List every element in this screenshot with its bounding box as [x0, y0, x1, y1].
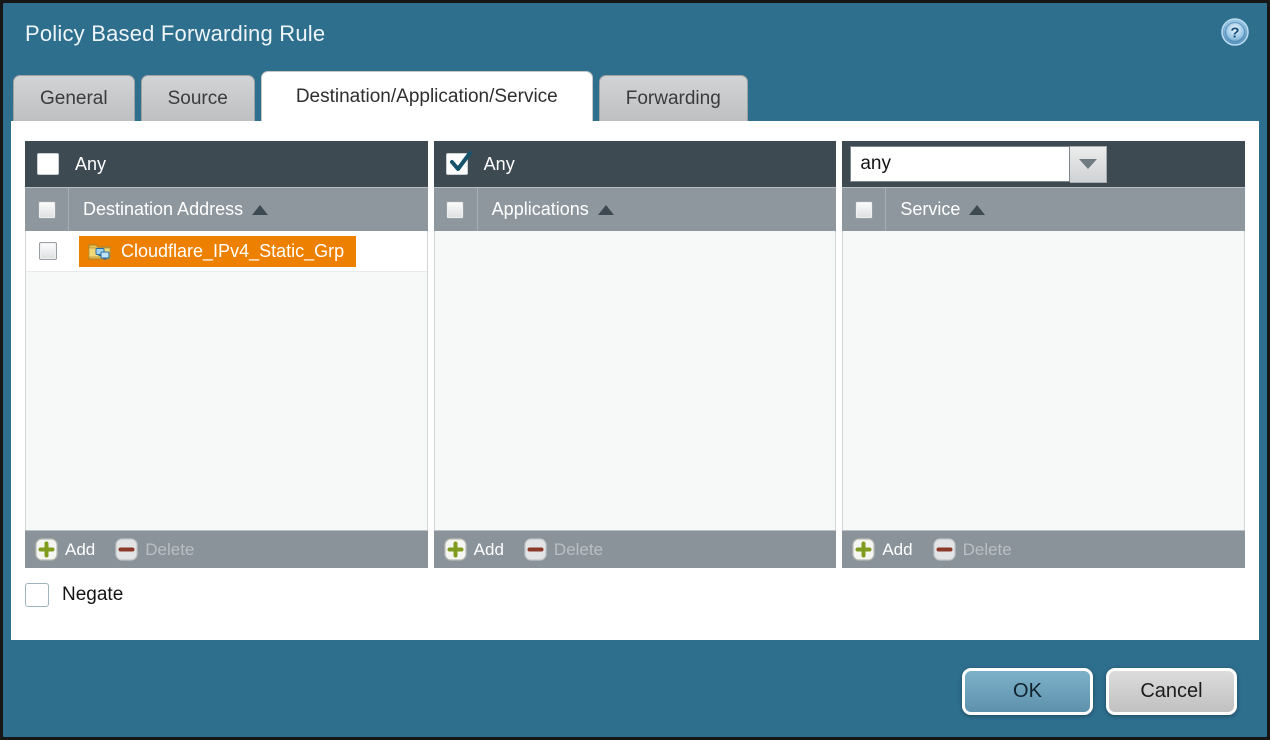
tab-destination-application-service[interactable]: Destination/Application/Service — [261, 71, 593, 121]
add-plus-icon — [444, 538, 467, 561]
tab-general[interactable]: General — [13, 75, 135, 121]
negate-row: Negate — [25, 583, 123, 607]
cancel-button[interactable]: Cancel — [1106, 668, 1237, 715]
delete-minus-icon — [524, 538, 547, 561]
service-select-all-checkbox[interactable] — [855, 201, 873, 219]
add-plus-icon — [852, 538, 875, 561]
negate-checkbox[interactable] — [25, 583, 49, 607]
applications-any-bar: Any — [434, 141, 837, 187]
destination-item-cloudflare-group[interactable]: Cloudflare_IPv4_Static_Grp — [79, 236, 356, 267]
dialog-actions: OK Cancel — [962, 668, 1237, 715]
destination-add-button[interactable]: Add — [35, 538, 95, 561]
ok-button[interactable]: OK — [962, 668, 1093, 715]
dialog-title-bar: Policy Based Forwarding Rule ? — [3, 3, 1267, 69]
address-group-icon — [88, 241, 112, 261]
applications-list — [434, 231, 837, 530]
destination-column-header: Destination Address — [25, 187, 428, 231]
columns-container: Any Destination Address — [25, 141, 1245, 568]
tab-bar: General Source Destination/Application/S… — [13, 71, 1257, 121]
destination-delete-button[interactable]: Delete — [115, 538, 194, 561]
svg-text:?: ? — [1230, 25, 1239, 42]
service-delete-button[interactable]: Delete — [933, 538, 1012, 561]
applications-delete-button[interactable]: Delete — [524, 538, 603, 561]
service-header-label[interactable]: Service — [900, 199, 985, 220]
service-column-header: Service — [842, 187, 1245, 231]
tab-forwarding[interactable]: Forwarding — [599, 75, 748, 121]
service-mode-dropdown-button[interactable] — [1070, 146, 1107, 183]
tab-source[interactable]: Source — [141, 75, 255, 121]
applications-any-checkbox[interactable] — [446, 153, 468, 175]
destination-header-label[interactable]: Destination Address — [83, 199, 268, 220]
destination-any-bar: Any — [25, 141, 428, 187]
delete-minus-icon — [933, 538, 956, 561]
service-dropdown-bar: any — [842, 141, 1245, 187]
destination-any-checkbox[interactable] — [37, 153, 59, 175]
sort-ascending-icon — [252, 205, 268, 215]
service-mode-value[interactable]: any — [850, 146, 1070, 182]
delete-minus-icon — [115, 538, 138, 561]
applications-header-label[interactable]: Applications — [492, 199, 614, 220]
destination-any-label: Any — [75, 154, 106, 175]
applications-any-label: Any — [484, 154, 515, 175]
dialog-title: Policy Based Forwarding Rule — [25, 21, 325, 46]
destination-address-column: Any Destination Address — [25, 141, 428, 568]
list-item: Cloudflare_IPv4_Static_Grp — [26, 231, 427, 272]
service-add-button[interactable]: Add — [852, 538, 912, 561]
tab-content-panel: Any Destination Address — [11, 121, 1259, 640]
destination-toolbar: Add Delete — [25, 530, 428, 568]
destination-item-label: Cloudflare_IPv4_Static_Grp — [121, 241, 344, 262]
policy-based-forwarding-rule-dialog: Policy Based Forwarding Rule ? General S… — [0, 0, 1270, 740]
applications-column-header: Applications — [434, 187, 837, 231]
applications-add-button[interactable]: Add — [444, 538, 504, 561]
service-list — [842, 231, 1245, 530]
negate-label: Negate — [62, 584, 123, 606]
applications-toolbar: Add Delete — [434, 530, 837, 568]
chevron-down-icon — [1079, 159, 1097, 169]
applications-select-all-checkbox[interactable] — [446, 201, 464, 219]
sort-ascending-icon — [969, 205, 985, 215]
applications-column: Any Applications — [434, 141, 837, 568]
help-icon[interactable]: ? — [1221, 18, 1249, 46]
destination-item-checkbox[interactable] — [39, 242, 57, 260]
sort-ascending-icon — [598, 205, 614, 215]
destination-list: Cloudflare_IPv4_Static_Grp — [25, 231, 428, 530]
checkmark-icon — [448, 150, 474, 176]
service-toolbar: Add Delete — [842, 530, 1245, 568]
service-column: any Service — [842, 141, 1245, 568]
add-plus-icon — [35, 538, 58, 561]
service-mode-dropdown: any — [850, 146, 1107, 183]
destination-select-all-checkbox[interactable] — [38, 201, 56, 219]
